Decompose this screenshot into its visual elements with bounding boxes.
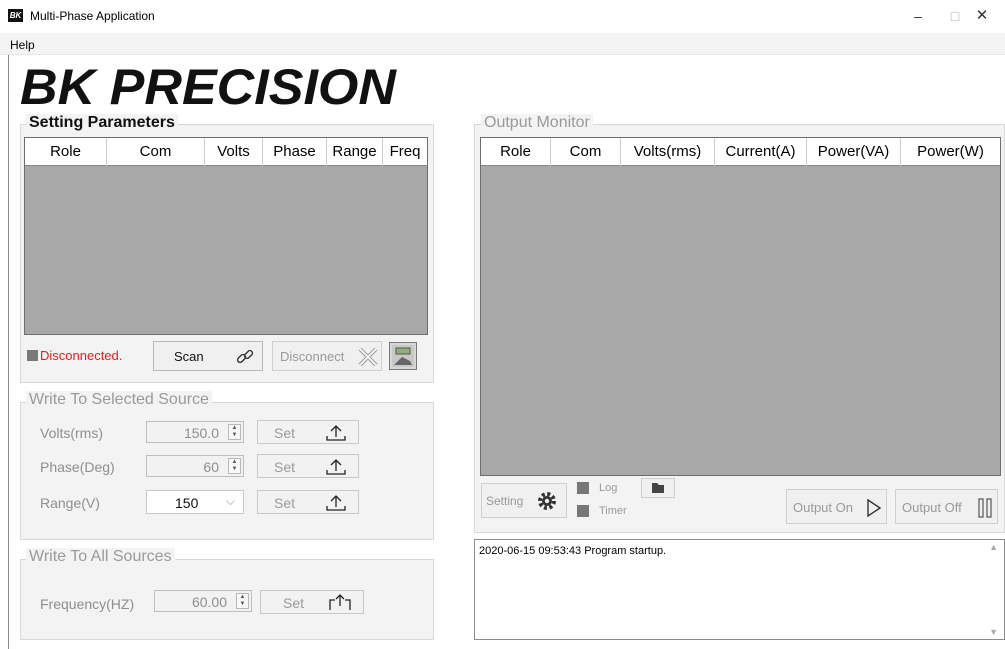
window-title: Multi-Phase Application [30, 9, 155, 23]
disconnect-x-icon [358, 347, 378, 367]
pause-icon [978, 498, 992, 518]
range-v-value: 150 [175, 495, 199, 511]
disconnect-button[interactable]: Disconnect [272, 341, 382, 371]
volts-rms-label: Volts(rms) [40, 425, 103, 441]
upload-icon [326, 425, 346, 441]
phase-deg-value: 60 [203, 459, 219, 475]
set-volts-button[interactable]: Set [257, 420, 359, 444]
volts-rms-value: 150.0 [183, 425, 219, 441]
log-label: Log [599, 482, 618, 494]
menu-bar: Help [0, 33, 1005, 55]
gear-icon [538, 492, 556, 510]
setting-parameters-grid[interactable]: Role Com Volts Phase Range Freq [24, 137, 428, 335]
volts-rms-spinbox[interactable]: 150.0 ▲ ▼ [146, 421, 244, 443]
set-range-label: Set [274, 495, 296, 511]
window-left-border [8, 55, 9, 649]
phase-deg-label: Phase(Deg) [40, 459, 115, 475]
range-v-label: Range(V) [40, 495, 100, 511]
set-frequency-button[interactable]: Set [260, 590, 364, 614]
app-icon: BK [8, 9, 23, 22]
bk-precision-logo: BK PRECISION [20, 59, 397, 112]
log-led [577, 482, 589, 494]
scan-button[interactable]: Scan [153, 341, 263, 371]
chevron-down-icon[interactable]: ⌵ [226, 494, 235, 509]
device-settings-icon[interactable] [389, 342, 417, 370]
grid-header: Role Com Volts Phase Range Freq [25, 138, 427, 166]
setting-parameters-title: Setting Parameters [26, 114, 178, 132]
set-phase-button[interactable]: Set [257, 454, 359, 478]
column-header-volts[interactable]: Volts [205, 138, 263, 166]
column-header-role[interactable]: Role [25, 138, 107, 166]
column-header-role[interactable]: Role [481, 138, 551, 166]
column-header-power-w[interactable]: Power(W) [901, 138, 1000, 166]
folder-icon [652, 483, 664, 493]
grid-header: Role Com Volts(rms) Current(A) Power(VA)… [481, 138, 1000, 166]
log-textbox[interactable]: 2020-06-15 09:53:43 Program startup. ▲ ▼ [474, 539, 1005, 640]
setting-button-label: Setting [486, 494, 524, 508]
phase-deg-spinbox[interactable]: 60 ▲ ▼ [146, 455, 244, 477]
svg-text:BK PRECISION: BK PRECISION [20, 59, 397, 112]
menu-help[interactable]: Help [10, 38, 35, 52]
frequency-spin-arrows[interactable]: ▲ ▼ [236, 593, 249, 609]
column-header-power-va[interactable]: Power(VA) [807, 138, 901, 166]
timer-label: Timer [599, 505, 627, 517]
open-folder-button[interactable] [641, 478, 675, 498]
range-v-combobox[interactable]: 150 ⌵ [146, 490, 244, 514]
column-header-com[interactable]: Com [107, 138, 205, 166]
output-on-label: Output On [793, 500, 853, 515]
frequency-label: Frequency(HZ) [40, 596, 135, 612]
phase-spin-arrows[interactable]: ▲ ▼ [228, 458, 241, 474]
timer-led [577, 505, 589, 517]
write-all-title: Write To All Sources [26, 548, 175, 566]
scroll-up-icon[interactable]: ▲ [989, 542, 998, 552]
output-monitor-grid[interactable]: Role Com Volts(rms) Current(A) Power(VA)… [480, 137, 1001, 476]
title-bar: BK Multi-Phase Application – □ ✕ [0, 0, 1005, 32]
upload-icon [326, 459, 346, 475]
scan-button-label: Scan [174, 349, 204, 364]
disconnect-button-label: Disconnect [280, 349, 345, 364]
set-frequency-label: Set [283, 595, 305, 611]
scroll-down-icon[interactable]: ▼ [989, 627, 998, 637]
column-header-com[interactable]: Com [551, 138, 621, 166]
setting-button[interactable]: Setting [481, 483, 567, 518]
close-button[interactable]: ✕ [962, 4, 1002, 28]
column-header-current[interactable]: Current(A) [715, 138, 807, 166]
output-on-button[interactable]: Output On [786, 489, 887, 524]
connection-status-led [27, 350, 38, 361]
minimize-button[interactable]: – [898, 4, 938, 28]
link-icon [236, 349, 254, 364]
column-header-freq[interactable]: Freq [383, 138, 427, 166]
column-header-phase[interactable]: Phase [263, 138, 327, 166]
volts-spin-arrows[interactable]: ▲ ▼ [228, 424, 241, 440]
output-monitor-title: Output Monitor [481, 114, 593, 132]
log-entry: 2020-06-15 09:53:43 Program startup. [479, 545, 667, 557]
upload-icon [326, 495, 346, 511]
frequency-spinbox[interactable]: 60.00 ▲ ▼ [154, 590, 252, 612]
column-header-volts-rms[interactable]: Volts(rms) [621, 138, 715, 166]
set-volts-label: Set [274, 425, 296, 441]
frequency-value: 60.00 [191, 594, 227, 610]
play-icon [867, 498, 882, 518]
output-off-button[interactable]: Output Off [895, 489, 998, 524]
connection-status-text: Disconnected. [40, 348, 123, 363]
set-phase-label: Set [274, 459, 296, 475]
output-off-label: Output Off [902, 500, 962, 515]
column-header-range[interactable]: Range [327, 138, 383, 166]
write-selected-title: Write To Selected Source [26, 391, 212, 409]
set-range-button[interactable]: Set [257, 490, 359, 514]
upload-icon [329, 594, 351, 610]
